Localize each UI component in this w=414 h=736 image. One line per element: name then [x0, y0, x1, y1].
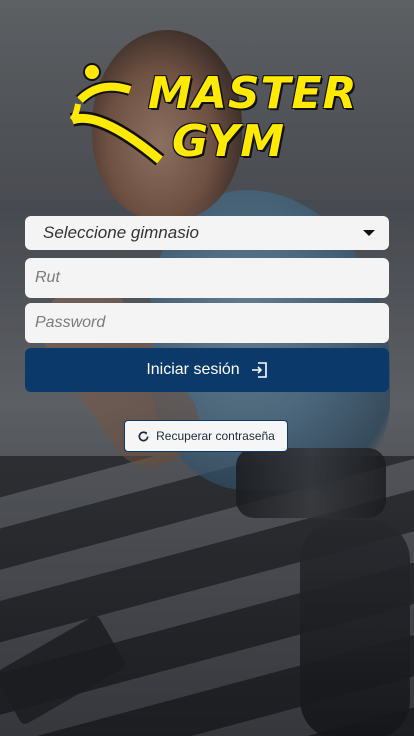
gym-select-value: Seleccione gimnasio: [43, 223, 199, 242]
login-button-label: Iniciar sesión: [146, 361, 240, 378]
login-button[interactable]: Iniciar sesión: [25, 348, 389, 392]
master-gym-logo: MASTER GYM: [60, 60, 360, 170]
rut-placeholder: Rut: [35, 269, 60, 286]
login-form: Seleccione gimnasio Rut Password Iniciar…: [25, 216, 389, 392]
logo-text-gym: GYM: [172, 116, 285, 167]
gym-select[interactable]: Seleccione gimnasio: [25, 216, 389, 250]
password-input[interactable]: Password: [25, 303, 389, 343]
logo-text-master: MASTER: [148, 68, 358, 119]
recover-password-button[interactable]: Recuperar contraseña: [124, 420, 288, 452]
rut-input[interactable]: Rut: [25, 258, 389, 298]
refresh-icon: [138, 430, 149, 441]
login-arrow-icon: [251, 362, 267, 378]
caret-down-icon: [363, 230, 375, 236]
recover-password-label: Recuperar contraseña: [156, 429, 275, 443]
login-screen: MASTER GYM Seleccione gimnasio Rut Passw…: [0, 0, 414, 736]
password-placeholder: Password: [35, 314, 106, 331]
